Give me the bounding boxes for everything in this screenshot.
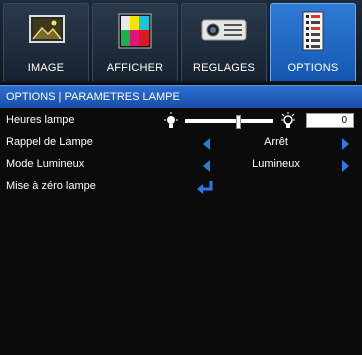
lamp-hours-value-box: 0 (306, 113, 354, 128)
bulb-bright-icon (280, 112, 296, 130)
tab-settings-label: REGLAGES (192, 62, 256, 74)
tab-image[interactable]: IMAGE (3, 3, 89, 81)
image-icon (16, 10, 76, 52)
enter-icon[interactable] (196, 180, 216, 196)
lamp-reset-label: Mise à zéro lampe (6, 180, 96, 192)
options-list-icon (283, 10, 343, 52)
lamp-reminder-value: Arrêt (264, 136, 288, 148)
arrow-right-icon[interactable] (342, 160, 349, 172)
tab-bar: IMAGE AFFICHER REGLAGES OPTIONS (0, 0, 362, 83)
row-lamp-reminder[interactable]: Rappel de Lampe Arrêt (0, 134, 362, 154)
section-header: OPTIONS | PARAMETRES LAMPE (0, 85, 362, 108)
tab-image-label: IMAGE (27, 62, 65, 74)
tab-display[interactable]: AFFICHER (92, 3, 178, 81)
lamp-hours-label: Heures lampe (6, 114, 75, 126)
tab-display-label: AFFICHER (106, 62, 164, 74)
lamp-hours-slider[interactable] (185, 115, 273, 129)
tab-options-label: OPTIONS (287, 62, 339, 74)
lamp-reminder-label: Rappel de Lampe (6, 136, 93, 148)
arrow-left-icon[interactable] (203, 160, 210, 172)
osd-menu: IMAGE AFFICHER REGLAGES OPTIONS OPTIONS … (0, 0, 362, 355)
section-title: OPTIONS | PARAMETRES LAMPE (6, 91, 180, 103)
bulb-dim-icon (163, 112, 179, 130)
arrow-left-icon[interactable] (203, 138, 210, 150)
brightness-mode-label: Mode Lumineux (6, 158, 85, 170)
row-lamp-hours[interactable]: Heures lampe 0 (0, 112, 362, 132)
tab-settings[interactable]: REGLAGES (181, 3, 267, 81)
projector-icon (194, 10, 254, 52)
arrow-right-icon[interactable] (342, 138, 349, 150)
lamp-hours-value: 0 (341, 115, 347, 126)
tab-options[interactable]: OPTIONS (270, 3, 356, 81)
display-icon (105, 10, 165, 52)
brightness-mode-value: Lumineux (252, 158, 300, 170)
row-brightness-mode[interactable]: Mode Lumineux Lumineux (0, 156, 362, 176)
slider-thumb[interactable] (235, 115, 241, 129)
row-lamp-reset[interactable]: Mise à zéro lampe (0, 178, 362, 198)
